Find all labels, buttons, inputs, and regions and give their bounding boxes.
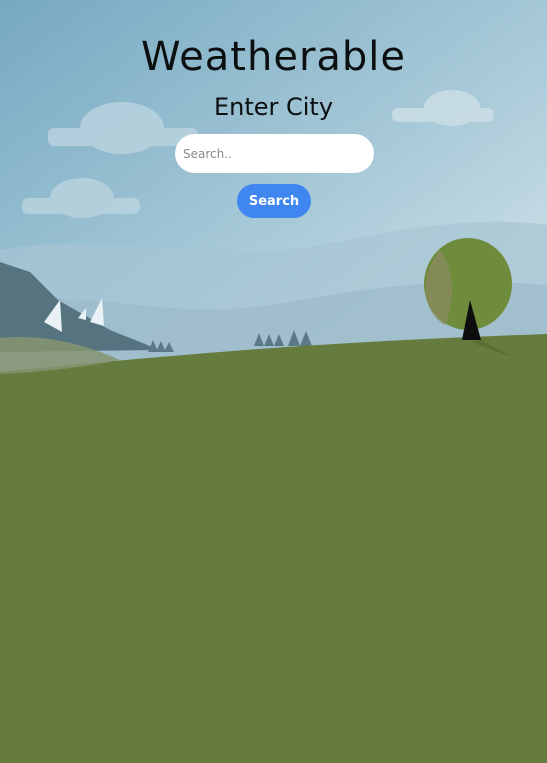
- grass-field: [0, 334, 547, 763]
- search-input[interactable]: [175, 134, 374, 173]
- weather-app-page: Weatherable Enter City Search: [0, 0, 547, 763]
- enter-city-label: Enter City: [213, 93, 334, 121]
- search-button[interactable]: Search: [237, 184, 311, 218]
- app-title: Weatherable: [140, 34, 407, 80]
